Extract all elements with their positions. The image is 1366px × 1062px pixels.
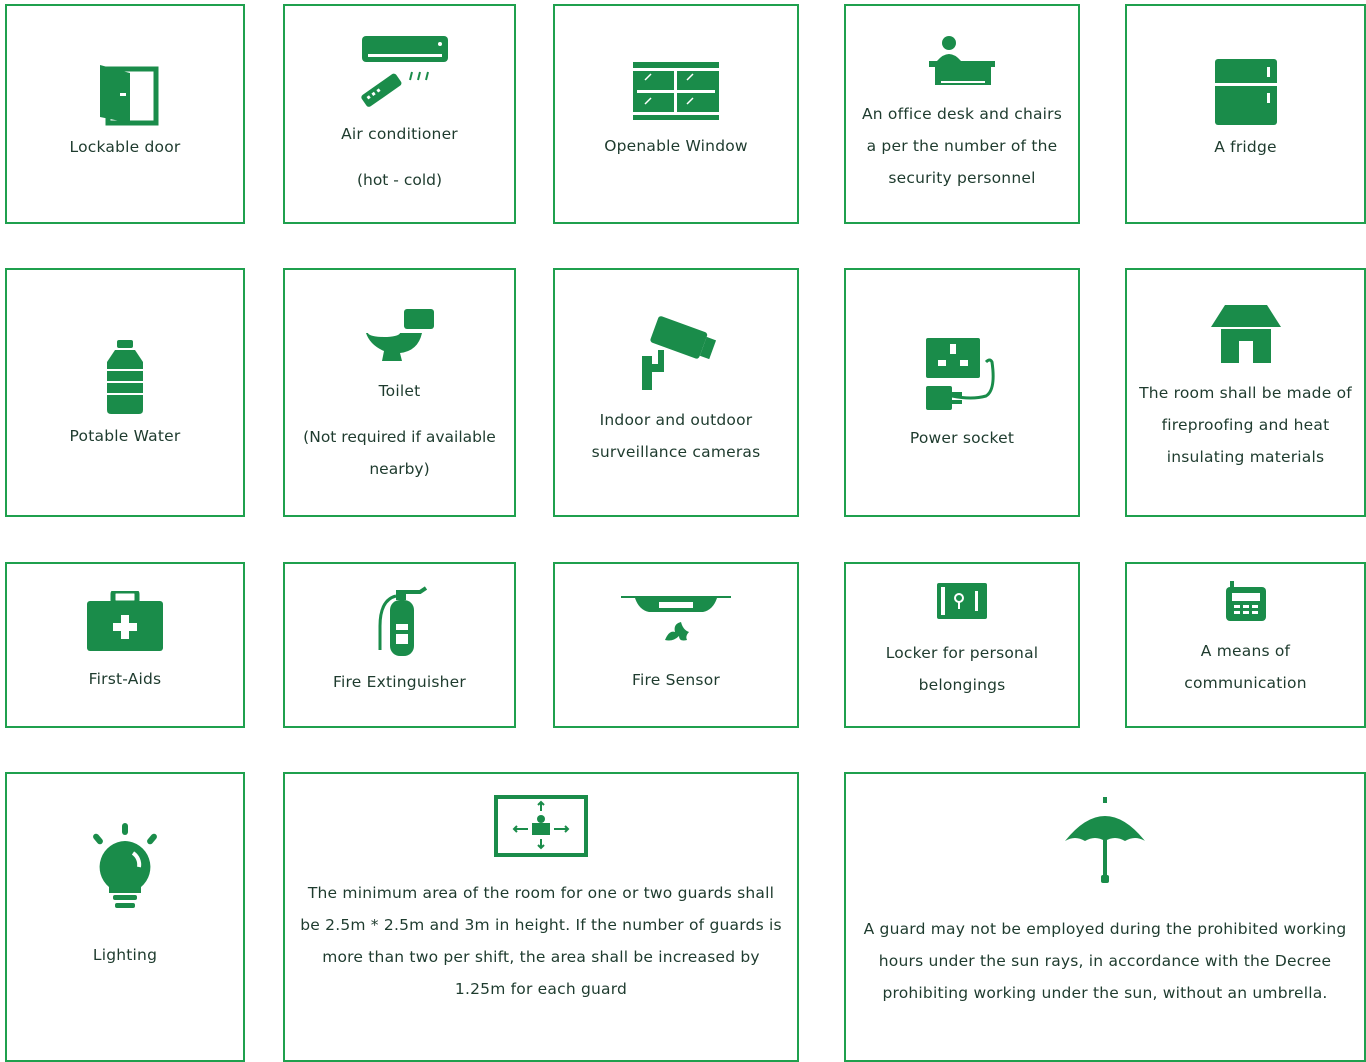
toilet-icon [364,307,436,363]
card-communication: A means of communication [1125,562,1366,728]
fridge-icon [1214,59,1277,125]
card-label: A guard may not be employed during the p… [863,920,1347,1002]
card-sublabel: (hot - cold) [356,171,443,189]
card-lockable-door: Lockable door [5,4,245,224]
umbrella-icon [1063,797,1147,883]
room-area-icon [494,795,588,857]
card-power-socket: Power socket [844,268,1080,517]
door-icon [90,57,160,127]
card-label: Fire Sensor [632,671,720,689]
air-conditioner-icon [350,32,450,112]
card-umbrella: A guard may not be employed during the p… [844,772,1366,1062]
office-desk-icon [927,34,997,90]
card-fire-extinguisher: Fire Extinguisher [283,562,516,728]
card-label: Air conditioner [341,125,458,143]
light-bulb-icon [89,823,161,913]
window-icon [631,58,721,124]
card-fridge: A fridge [1125,4,1366,224]
safe-locker-icon [935,581,989,623]
card-label: Toilet [378,381,421,400]
card-sublabel: (Not required if available nearby) [303,427,496,478]
card-openable-window: Openable Window [553,4,799,224]
card-first-aids: First-Aids [5,562,245,728]
cctv-camera-icon [636,315,716,392]
card-fireproof-room: The room shall be made of fireproofing a… [1125,268,1366,517]
water-bottle-icon [103,339,147,414]
card-label: First-Aids [88,670,162,688]
card-label: Potable Water [69,426,181,445]
card-label: Lighting [92,946,158,964]
card-label: Indoor and outdoor surveillance cameras [591,410,761,461]
card-label: Locker for personal belongings [885,644,1039,694]
card-office-desk: An office desk and chairs a per the numb… [844,4,1080,224]
card-label: Power socket [909,428,1015,447]
card-room-area: The minimum area of the room for one or … [283,772,799,1062]
card-label: Fire Extinguisher [333,673,466,691]
card-label: An office desk and chairs a per the numb… [861,105,1063,187]
card-air-conditioner: Air conditioner (hot - cold) [283,4,516,224]
card-potable-water: Potable Water [5,268,245,517]
power-socket-icon [924,337,1000,414]
card-toilet: Toilet (Not required if available nearby… [283,268,516,517]
first-aid-kit-icon [85,591,165,651]
card-lighting: Lighting [5,772,245,1062]
house-icon [1209,304,1283,363]
smoke-detector-icon [621,590,731,652]
card-label: The minimum area of the room for one or … [300,884,782,998]
fire-extinguisher-icon [370,586,430,656]
card-surveillance-cameras: Indoor and outdoor surveillance cameras [553,268,799,517]
card-label: The room shall be made of fireproofing a… [1139,383,1352,466]
card-label: A means of communication [1184,642,1307,692]
card-label: Lockable door [69,138,181,156]
card-locker: Locker for personal belongings [844,562,1080,728]
card-label: Openable Window [604,137,748,155]
card-label: A fridge [1214,138,1277,156]
walkie-talkie-icon [1224,581,1268,621]
card-fire-sensor: Fire Sensor [553,562,799,728]
